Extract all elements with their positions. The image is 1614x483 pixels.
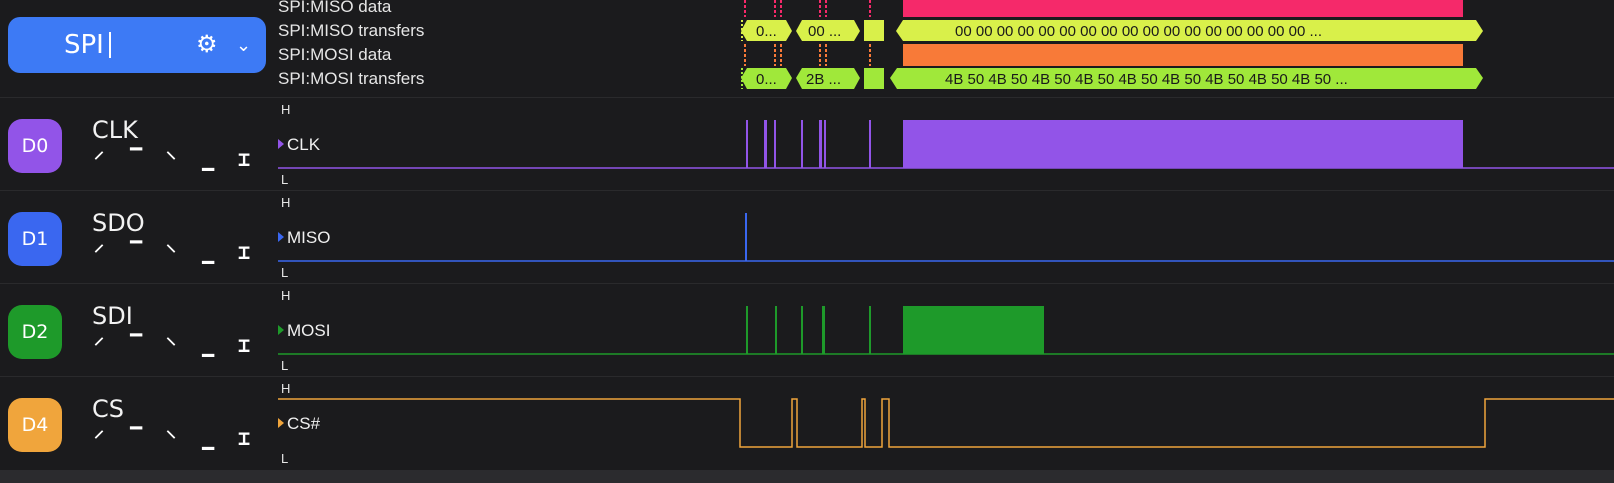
- clk-pulse: [746, 120, 748, 168]
- clk-pulse: [824, 120, 826, 168]
- clk-pulse: [764, 120, 767, 168]
- mosi-pulse: [869, 306, 871, 354]
- clk-pulse: [774, 120, 776, 168]
- miso-transfer-block[interactable]: [864, 20, 884, 41]
- clk-pulse: [869, 120, 871, 168]
- mosi-transfer-text-a: 0...: [756, 71, 777, 88]
- mosi-pulse: [822, 306, 825, 354]
- mosi-pulse: [746, 306, 748, 354]
- miso-pulse: [745, 213, 747, 261]
- miso-data-block[interactable]: [903, 0, 1463, 17]
- cs-waveform[interactable]: [278, 398, 1614, 448]
- mosi-transfer-block[interactable]: [864, 68, 884, 89]
- waveform-canvas[interactable]: 0... 00 ... 00 00 00 00 00 00 00 00 00 0…: [0, 0, 1614, 483]
- mosi-data-block[interactable]: [903, 44, 1463, 66]
- mosi-transfer-text-b: 2B ...: [806, 71, 841, 88]
- clk-pulse: [801, 120, 803, 168]
- mosi-burst[interactable]: [903, 306, 1044, 354]
- miso-transfer-text-long: 00 00 00 00 00 00 00 00 00 00 00 00 00 0…: [955, 23, 1322, 40]
- clk-burst[interactable]: [903, 120, 1463, 168]
- mosi-pulse: [801, 306, 803, 354]
- clk-pulse: [819, 120, 822, 168]
- miso-transfer-text-a: 0...: [756, 23, 777, 40]
- miso-transfer-text-b: 00 ...: [808, 23, 841, 40]
- mosi-pulse: [775, 306, 777, 354]
- mosi-transfer-text-long: 4B 50 4B 50 4B 50 4B 50 4B 50 4B 50 4B 5…: [945, 71, 1348, 88]
- horizontal-scrollbar[interactable]: [0, 470, 1614, 483]
